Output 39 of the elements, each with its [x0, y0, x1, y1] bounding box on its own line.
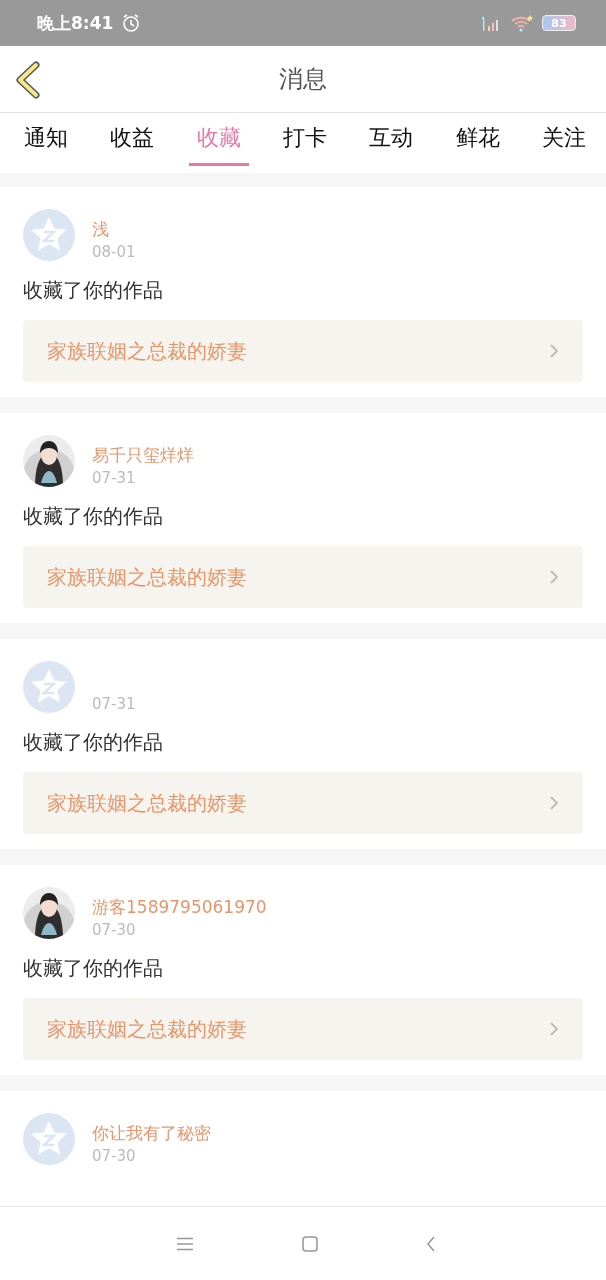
message-text: 收藏了你的作品 — [23, 277, 164, 304]
chevron-right-icon — [549, 1021, 559, 1037]
message-date: 08-01 — [92, 243, 136, 261]
tab[interactable]: 收益 — [102, 113, 163, 166]
tab[interactable]: 互动 — [361, 113, 422, 166]
back-icon[interactable] — [426, 1235, 436, 1252]
default-avatar-icon — [23, 1113, 75, 1165]
message-date: 07-30 — [92, 1147, 137, 1165]
menu-icon[interactable] — [176, 1236, 194, 1251]
tab[interactable]: 收藏 — [188, 113, 249, 166]
message-text: 收藏了你的作品 — [23, 503, 164, 530]
chevron-right-icon — [549, 569, 559, 585]
work-link[interactable]: 家族联姻之总裁的娇妻 — [23, 772, 583, 834]
message-date: 07-31 — [92, 695, 136, 713]
message-date: 07-30 — [92, 921, 137, 939]
message-text: 收藏了你的作品 — [23, 729, 164, 756]
user-name[interactable]: 浅 — [92, 218, 136, 241]
work-link[interactable]: 家族联姻之总裁的娇妻 — [23, 320, 583, 382]
default-avatar-icon — [23, 209, 75, 261]
battery-level: 83 — [551, 16, 567, 30]
alarm-clock-icon — [121, 13, 142, 33]
user-name[interactable]: 你让我有了秘密 — [92, 1122, 211, 1145]
tab[interactable]: 关注 — [533, 113, 594, 166]
work-link[interactable]: 家族联姻之总裁的娇妻 — [23, 546, 583, 608]
wifi-icon — [510, 14, 534, 32]
work-link[interactable]: 家族联姻之总裁的娇妻 — [23, 998, 583, 1060]
page-title: 消息 — [279, 64, 327, 95]
status-time: 晚上8:41 — [37, 11, 114, 35]
user-name[interactable]: 易千只玺烊烊 — [92, 444, 194, 467]
user-name[interactable]: 游客1589795061970 — [92, 896, 267, 919]
chevron-right-icon — [549, 795, 559, 811]
message-text: 收藏了你的作品 — [23, 955, 164, 982]
message-date: 07-31 — [92, 469, 137, 487]
tab[interactable]: 打卡 — [275, 113, 335, 166]
tab[interactable]: 鲜花 — [447, 113, 508, 166]
default-avatar-icon — [23, 661, 75, 713]
home-icon[interactable] — [302, 1235, 318, 1252]
tab[interactable]: 通知 — [16, 113, 76, 166]
chevron-right-icon — [549, 343, 559, 359]
